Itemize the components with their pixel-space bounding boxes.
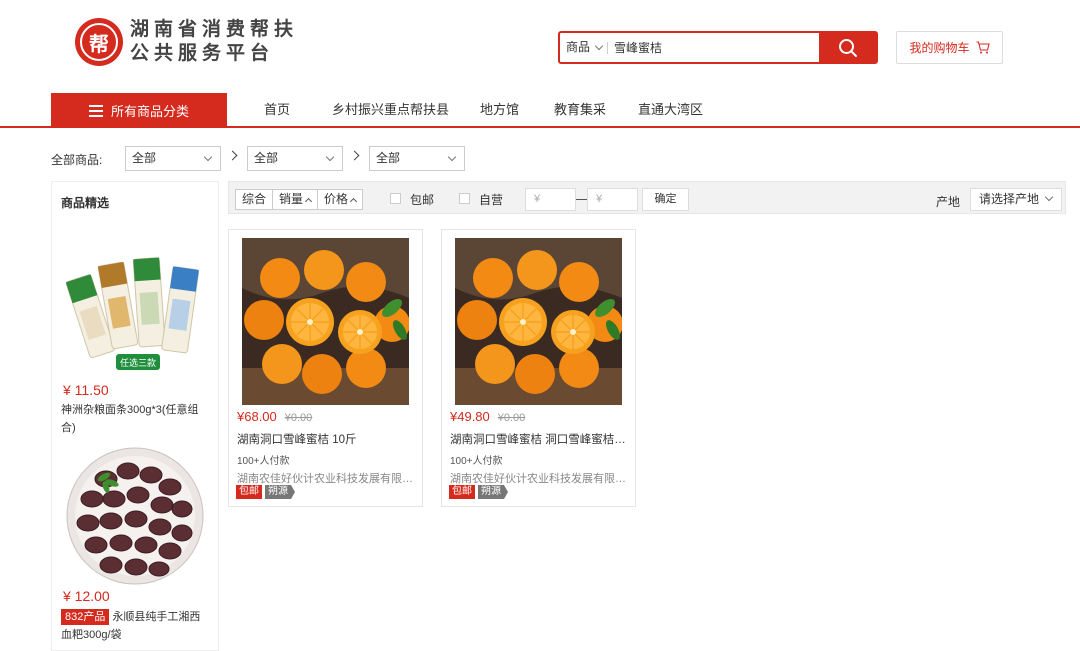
chevron-down-icon	[594, 41, 604, 51]
tag-free-shipping: 包邮	[449, 485, 475, 499]
nav-item-greater-bay-area[interactable]: 直通大湾区	[638, 93, 703, 126]
product-card[interactable]: ¥49.80 ¥0.00 湖南洞口雪峰蜜桔 洞口雪峰蜜桔 5斤 100+人付款 湖…	[441, 229, 636, 507]
main-nav: 所有商品分类 首页 乡村振兴重点帮扶县 地方馆 教育集采 直通大湾区	[0, 93, 1080, 128]
sort-price-label: 价格	[324, 192, 349, 206]
origin-label: 产地	[936, 195, 961, 209]
product-shop[interactable]: 湖南农佳好伙计农业科技发展有限公司	[237, 470, 415, 486]
product-badge-832: 832产品	[61, 609, 110, 625]
menu-icon	[88, 104, 103, 117]
all-categories-label: 所有商品分类	[110, 104, 189, 119]
featured-product-price: ¥ 11.50	[63, 382, 109, 398]
search-divider	[607, 42, 608, 54]
chevron-right-icon	[227, 150, 238, 161]
chevron-up-icon	[304, 197, 313, 205]
nav-item-education-procurement[interactable]: 教育集采	[554, 93, 606, 126]
category-select-1-value: 全部	[132, 151, 157, 165]
site-header: 帮 湖南省消费帮扶 公共服务平台 商品 我的购物车	[0, 0, 1080, 90]
search-type-label: 商品	[566, 40, 591, 54]
price-confirm-button[interactable]: 确定	[642, 188, 689, 211]
nav-item-local-pavilion[interactable]: 地方馆	[480, 93, 519, 126]
nav-item-home[interactable]: 首页	[264, 93, 290, 126]
nav-item-key-counties[interactable]: 乡村振兴重点帮扶县	[332, 93, 449, 126]
tag-traceable: 朔源	[478, 485, 508, 499]
tag-free-shipping: 包邮	[236, 485, 262, 499]
cart-button[interactable]: 我的购物车	[896, 31, 1003, 64]
site-logo[interactable]: 帮	[75, 18, 123, 66]
chevron-down-icon	[203, 152, 213, 162]
cart-label: 我的购物车	[909, 41, 970, 55]
product-tags: 包邮 朔源	[449, 485, 508, 499]
featured-product-image[interactable]	[66, 447, 204, 585]
category-select-3-value: 全部	[376, 151, 401, 165]
filter-toolbar: 综合 销量 价格 包邮 自营 ¥ ¥ 确定 产地 请选择产地	[228, 181, 1066, 214]
category-select-1[interactable]: 全部	[125, 146, 221, 171]
product-price-original: ¥0.00	[284, 412, 313, 424]
brand-line-2: 公共服务平台	[130, 43, 275, 64]
origin-select-placeholder: 请选择产地	[979, 192, 1040, 206]
category-select-2[interactable]: 全部	[247, 146, 343, 171]
tag-traceable: 朔源	[265, 485, 295, 499]
all-categories-button[interactable]: 所有商品分类	[51, 93, 227, 128]
self-operated-label: 自营	[479, 193, 504, 207]
free-shipping-checkbox[interactable]	[390, 193, 401, 204]
price-min-input[interactable]: ¥	[525, 188, 576, 211]
product-image[interactable]	[242, 238, 409, 405]
free-shipping-label: 包邮	[410, 193, 435, 207]
product-price: ¥49.80 ¥0.00	[450, 409, 525, 424]
chevron-down-icon	[325, 152, 335, 162]
featured-product-name[interactable]: 832产品 永顺县纯手工湘西血粑300g/袋	[61, 608, 211, 644]
pack-badge: 任选三款	[120, 357, 156, 369]
featured-sidebar: 商品精选 任选三款 ¥ 11.50 神洲杂粮面条300g*3(任意组合) ¥ 1…	[51, 181, 219, 651]
search-button[interactable]	[819, 33, 876, 62]
price-max-input[interactable]: ¥	[587, 188, 638, 211]
featured-product-price: ¥ 12.00	[63, 588, 110, 604]
product-price-current: ¥68.00	[237, 409, 277, 424]
sort-comprehensive[interactable]: 综合	[235, 189, 274, 210]
chevron-right-icon	[349, 150, 360, 161]
featured-product-name[interactable]: 神洲杂粮面条300g*3(任意组合)	[61, 401, 211, 437]
product-tags: 包邮 朔源	[236, 485, 295, 499]
chevron-down-icon	[447, 152, 457, 162]
origin-select[interactable]: 请选择产地	[970, 188, 1062, 211]
featured-product-image[interactable]: 任选三款	[66, 244, 204, 382]
site-brand[interactable]: 湖南省消费帮扶 公共服务平台	[130, 18, 298, 66]
chevron-down-icon	[1044, 192, 1054, 202]
search-bar: 商品	[558, 31, 878, 64]
chevron-up-icon	[350, 197, 358, 205]
product-card[interactable]: ¥68.00 ¥0.00 湖南洞口雪峰蜜桔 10斤 100+人付款 湖南农佳好伙计…	[228, 229, 423, 507]
product-sales: 100+人付款	[450, 456, 503, 467]
category-select-3[interactable]: 全部	[369, 146, 465, 171]
logo-emblem: 帮	[80, 23, 118, 61]
category-select-2-value: 全部	[254, 151, 279, 165]
sort-comprehensive-label: 综合	[242, 192, 267, 206]
product-price-original: ¥0.00	[497, 412, 526, 424]
product-name[interactable]: 湖南洞口雪峰蜜桔 10斤	[237, 431, 415, 447]
sort-sales[interactable]: 销量	[272, 189, 319, 210]
cart-icon	[976, 41, 990, 54]
sidebar-title: 商品精选	[61, 196, 110, 210]
self-operated-checkbox[interactable]	[459, 193, 470, 204]
product-shop[interactable]: 湖南农佳好伙计农业科技发展有限公司	[450, 470, 628, 486]
sort-price[interactable]: 价格	[317, 189, 364, 210]
product-price: ¥68.00 ¥0.00	[237, 409, 312, 424]
category-filter-label: 全部商品:	[51, 153, 103, 167]
sort-sales-label: 销量	[279, 192, 304, 206]
search-input[interactable]	[614, 33, 814, 62]
product-price-current: ¥49.80	[450, 409, 490, 424]
product-image[interactable]	[455, 238, 622, 405]
product-name[interactable]: 湖南洞口雪峰蜜桔 洞口雪峰蜜桔 5斤	[450, 431, 628, 447]
search-icon	[838, 38, 857, 57]
brand-line-1: 湖南省消费帮扶	[130, 19, 299, 40]
search-type-select[interactable]: 商品	[566, 33, 604, 62]
product-sales: 100+人付款	[237, 456, 290, 467]
sort-group: 综合 销量 价格	[235, 189, 364, 210]
